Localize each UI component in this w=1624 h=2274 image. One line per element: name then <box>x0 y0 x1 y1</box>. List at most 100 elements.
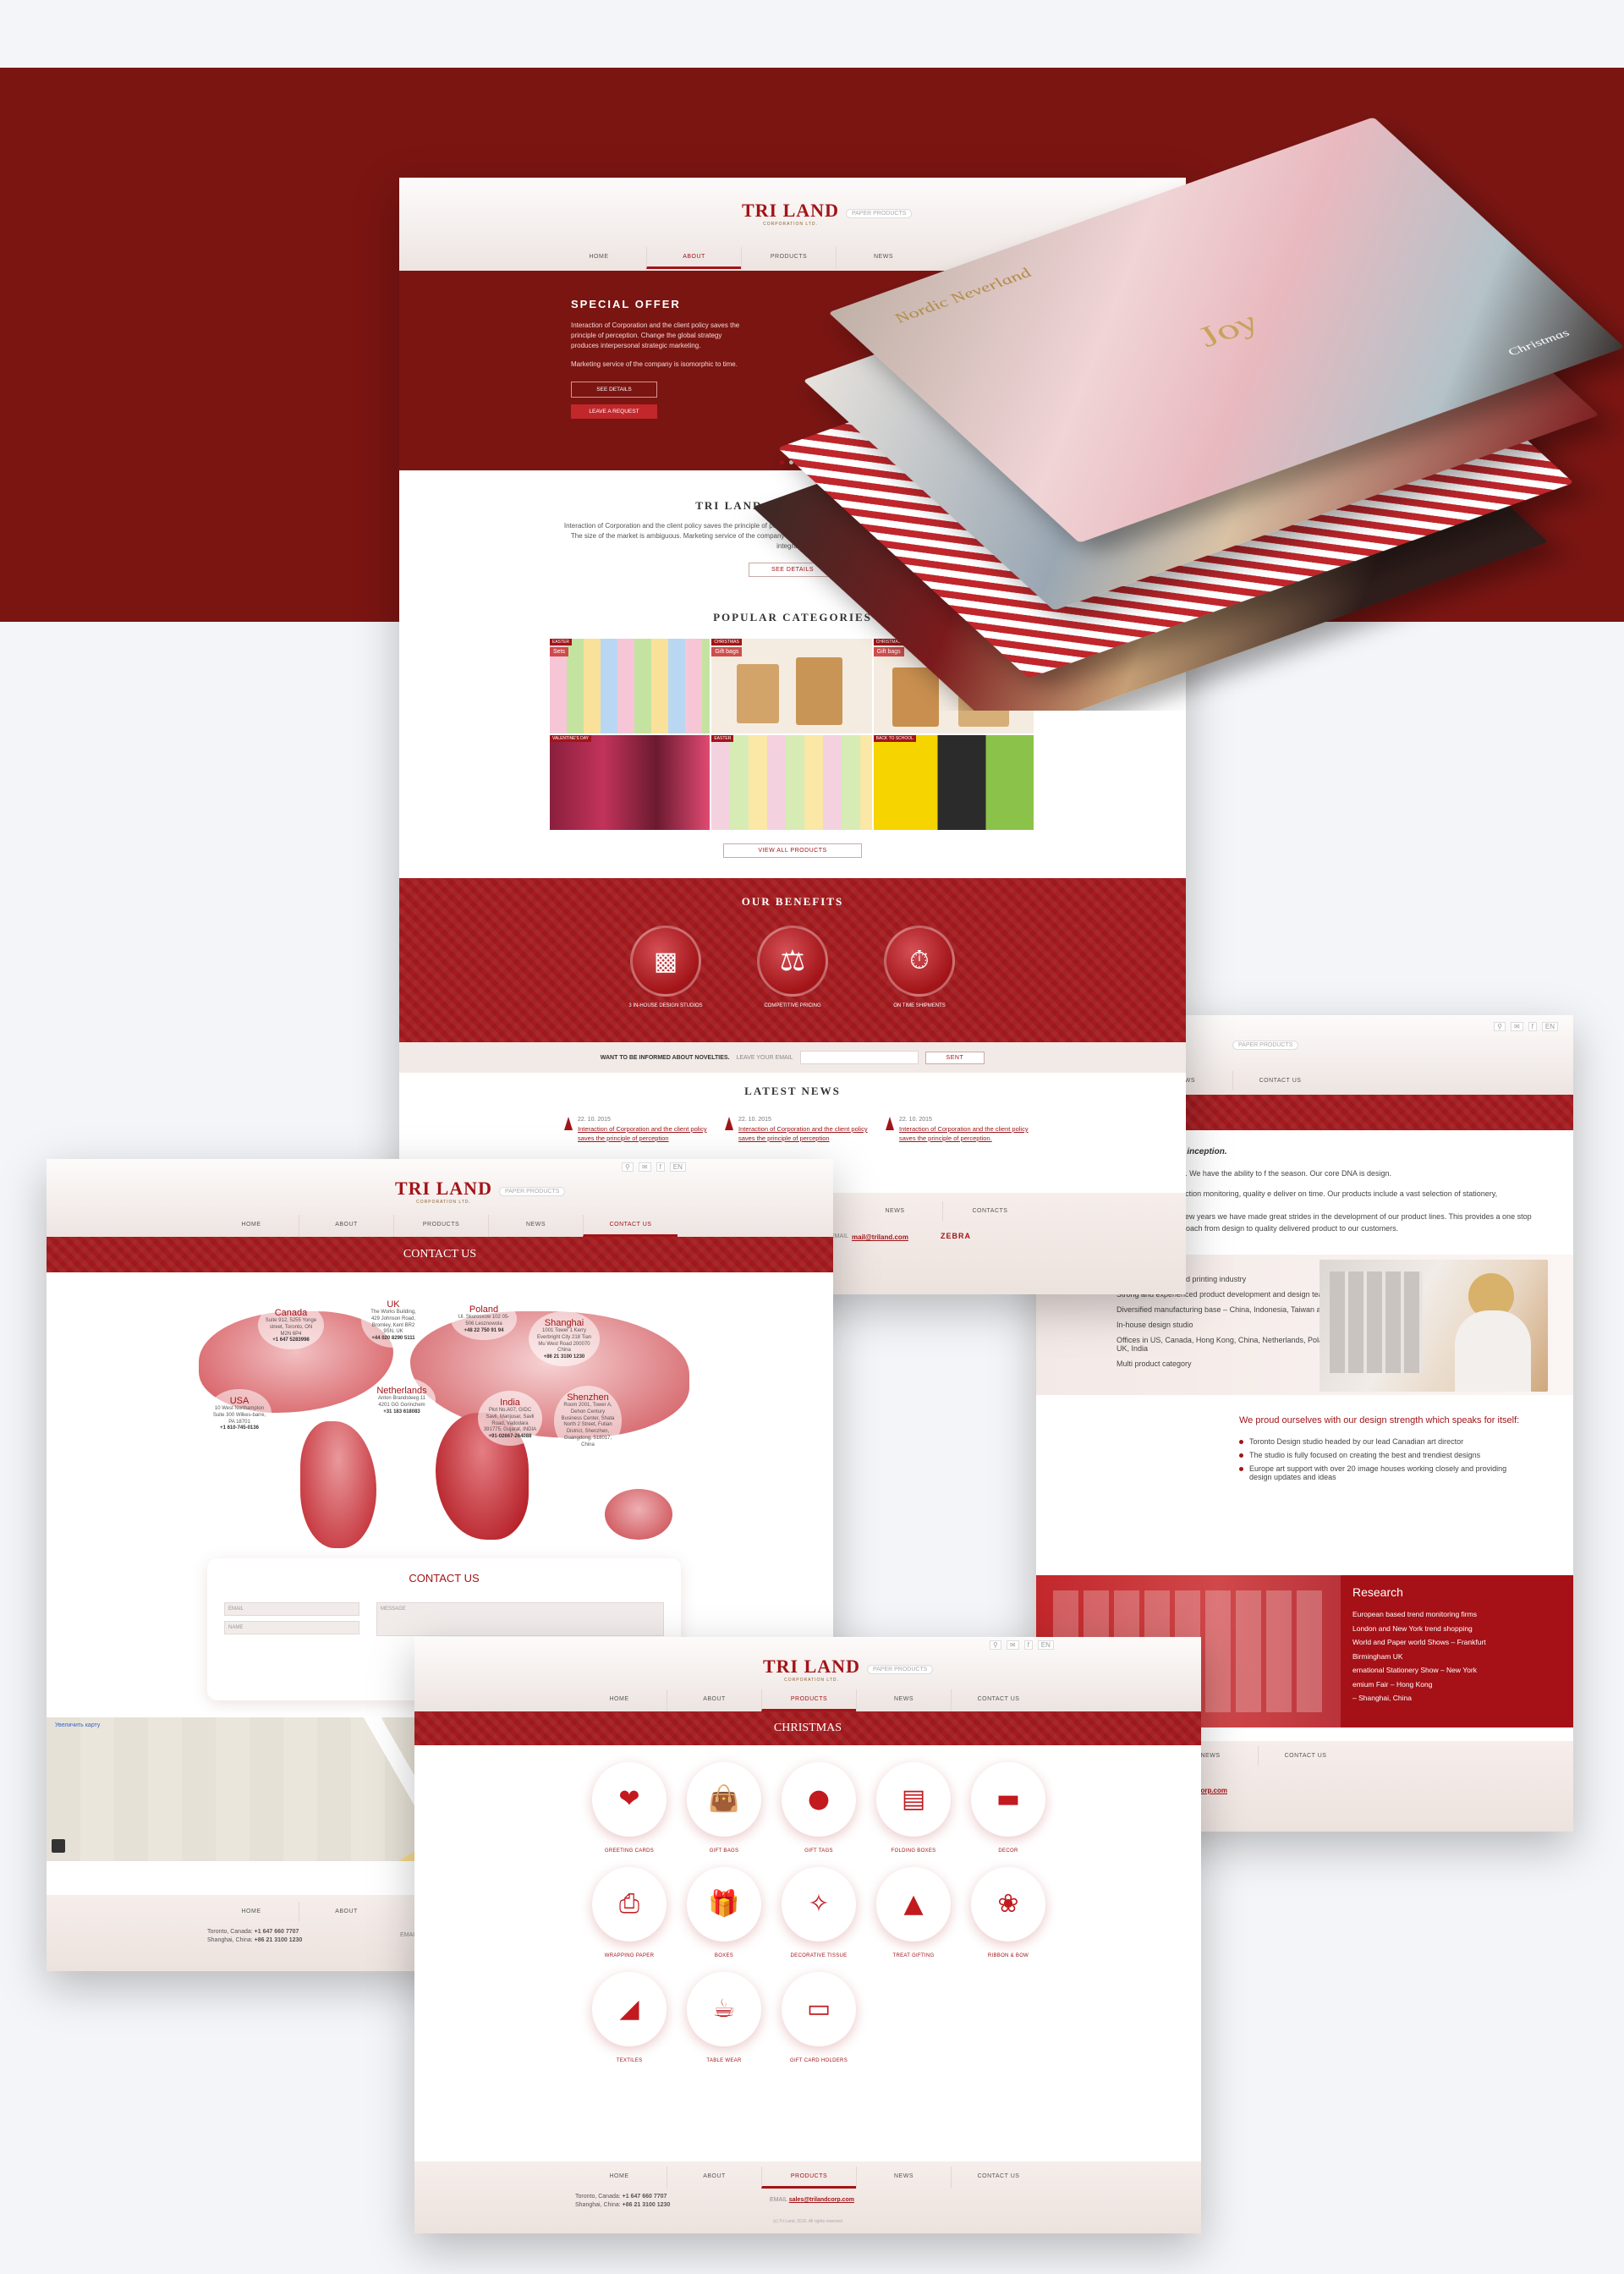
category-tile[interactable]: ▤ FOLDING BOXES <box>866 1762 961 1854</box>
news-link[interactable]: Interaction of Corporation and the clien… <box>738 1125 870 1143</box>
email-field[interactable]: EMAIL <box>224 1602 359 1616</box>
category-icon-circle: ❤ <box>592 1762 667 1837</box>
footer-nav-contact[interactable]: CONTACT US <box>1258 1746 1352 1766</box>
category-tile[interactable]: 🎁 BOXES <box>677 1867 771 1958</box>
category-tile[interactable]: 👜 GIFT BAGS <box>677 1762 771 1854</box>
office-address: 1001 Tower 1 Kerry Everbright City 218 T… <box>536 1328 592 1354</box>
office-shenzhen[interactable]: Shenzhen Room 2001, Tower A, Dehon Centu… <box>554 1386 622 1456</box>
category-tile[interactable]: ☕ TABLE WEAR <box>677 1972 771 2063</box>
category-tile[interactable]: ◢ TEXTILES <box>582 1972 677 2063</box>
search-icon[interactable]: ⚲ <box>622 1162 634 1172</box>
nav-home[interactable]: HOME <box>204 1215 299 1237</box>
footer-email-label: EMAIL <box>831 1233 849 1239</box>
nav-products[interactable]: PRODUCTS <box>761 1689 856 1711</box>
office-uk[interactable]: UK The Works Building, 429 Johnson Road,… <box>361 1293 425 1348</box>
nav-contact[interactable]: CONTACT US <box>583 1215 678 1237</box>
name-field[interactable]: NAME <box>224 1621 359 1634</box>
nav-about[interactable]: ABOUT <box>667 1689 761 1711</box>
brand-name: TRI LAND <box>395 1178 492 1199</box>
logo[interactable]: TRI LAND CORPORATION LTD. PAPER PRODUCTS <box>395 1178 566 1205</box>
category-tile-easter-sets[interactable]: EASTER Sets <box>550 639 710 733</box>
news-link[interactable]: Interaction of Corporation and the clien… <box>899 1125 1031 1143</box>
footer-email[interactable]: corp.com <box>1197 1787 1227 1794</box>
search-icon[interactable]: ⚲ <box>990 1640 1001 1650</box>
message-field[interactable]: MESSAGE <box>376 1602 664 1636</box>
category-tile[interactable]: ❤ GREETING CARDS <box>582 1762 677 1854</box>
mail-icon[interactable]: ✉ <box>1510 1022 1523 1031</box>
footer-nav-contacts[interactable]: CONTACTS <box>942 1201 1037 1221</box>
category-tile[interactable]: ▬ DECOR <box>961 1762 1056 1854</box>
footer-phone: +1 647 660 7707 <box>254 1929 299 1935</box>
category-tile[interactable]: ✧ DECORATIVE TISSUE <box>771 1867 866 1958</box>
category-tile[interactable]: ⎙ WRAPPING PAPER <box>582 1867 677 1958</box>
category-tile[interactable]: ● GIFT TAGS <box>771 1762 866 1854</box>
office-country: UK <box>387 1299 400 1310</box>
footer-nav-contact[interactable]: CONTACT US <box>951 2167 1045 2189</box>
nav-home[interactable]: HOME <box>572 1689 667 1711</box>
footer-nav-about[interactable]: ABOUT <box>667 2167 761 2189</box>
office-shanghai[interactable]: Shanghai 1001 Tower 1 Kerry Everbright C… <box>529 1311 600 1367</box>
mail-icon[interactable]: ✉ <box>638 1162 651 1172</box>
fact-item: Offices in US, Canada, Hong Kong, China,… <box>1116 1336 1334 1353</box>
footer-nav-about[interactable]: ABOUT <box>299 1902 393 1921</box>
office-netherlands[interactable]: Netherlands Anton Brandsteeg 11 4201 GG … <box>368 1377 436 1423</box>
tissue-icon: ✧ <box>808 1889 830 1919</box>
category-tile-easter[interactable]: EASTER <box>711 735 872 830</box>
news-link[interactable]: Interaction of Corporation and the clien… <box>578 1125 710 1143</box>
footer-email-label: EMAIL <box>770 2197 787 2203</box>
see-details-button[interactable]: SEE DETAILS <box>571 382 657 398</box>
news-item[interactable]: 22. 10. 2015 Interaction of Corporation a… <box>564 1117 710 1143</box>
footer-nav-news[interactable]: NEWS <box>848 1201 942 1221</box>
nav-news[interactable]: NEWS <box>856 1689 951 1711</box>
news-item[interactable]: 22. 10. 2015 Interaction of Corporation a… <box>886 1117 1031 1143</box>
search-icon[interactable]: ⚲ <box>1494 1022 1506 1031</box>
footer-email-link[interactable]: sales@trilandcorp.com <box>789 2197 854 2203</box>
category-tile[interactable]: ▲ TREAT GIFTING <box>866 1867 961 1958</box>
developer-logo[interactable]: ZEBRA <box>941 1232 971 1240</box>
utility-bar: ⚲ ✉ f EN <box>990 1640 1054 1650</box>
nav-home[interactable]: HOME <box>551 247 646 269</box>
facebook-icon[interactable]: f <box>1023 1640 1033 1650</box>
nav-contact[interactable]: CONTACT US <box>951 1689 1045 1711</box>
leave-request-button[interactable]: LEAVE A REQUEST <box>571 404 657 419</box>
category-label: EASTER <box>711 735 734 742</box>
nav-products[interactable]: PRODUCTS <box>393 1215 488 1237</box>
view-all-products-button[interactable]: VIEW ALL PRODUCTS <box>723 843 862 858</box>
logo[interactable]: TRI LAND CORPORATION LTD. PAPER PRODUCTS <box>763 1656 934 1683</box>
lang-switch[interactable]: EN <box>669 1162 686 1172</box>
subscribe-bar: WANT TO BE INFORMED ABOUT NOVELTIES. LEA… <box>399 1042 1186 1073</box>
nav-contact[interactable]: CONTACT US <box>1232 1071 1327 1090</box>
tagline-badge: PAPER PRODUCTS <box>498 1186 566 1196</box>
nav-news[interactable]: NEWS <box>488 1215 583 1237</box>
south-america-shape <box>300 1421 376 1548</box>
nav-about[interactable]: ABOUT <box>299 1215 393 1237</box>
footer-nav-home[interactable]: HOME <box>572 2167 667 2189</box>
footer-email-link[interactable]: mail@triland.com <box>852 1233 908 1241</box>
map-pegman-control[interactable] <box>52 1839 65 1853</box>
category-label: VALENTINE'S DAY <box>550 735 592 742</box>
australia-shape <box>605 1489 672 1540</box>
news-item[interactable]: 22. 10. 2015 Interaction of Corporation a… <box>725 1117 870 1143</box>
map-enlarge-link[interactable]: Увеличить карту <box>55 1722 100 1728</box>
category-tile-valentines[interactable]: VALENTINE'S DAY <box>550 735 710 830</box>
office-poland[interactable]: Poland Ul. Skorosxow 102 05-506 Lesznowo… <box>451 1298 517 1340</box>
footer-nav-products[interactable]: PRODUCTS <box>761 2167 856 2189</box>
subscribe-send-button[interactable]: SENT <box>924 1051 985 1064</box>
footer-nav-news[interactable]: NEWS <box>856 2167 951 2189</box>
mail-icon[interactable]: ✉ <box>1006 1640 1019 1650</box>
office-usa[interactable]: USA 10 West Northampton Suite 300 Wilkes… <box>207 1389 272 1438</box>
lang-switch[interactable]: EN <box>1037 1640 1054 1650</box>
category-tile[interactable]: ▭ GIFT CARD HOLDERS <box>771 1972 866 2063</box>
treat-icon: ▲ <box>903 1889 924 1919</box>
office-india[interactable]: India Plot No.A07, GIDC Savli, Manjusar,… <box>478 1391 542 1447</box>
office-address: Suite 912, 5255 Yonge street, Toronto, O… <box>265 1318 317 1337</box>
category-tile[interactable]: ❀ RIBBON & BOW <box>961 1867 1056 1958</box>
footer-nav-home[interactable]: HOME <box>204 1902 299 1921</box>
facebook-icon[interactable]: f <box>656 1162 665 1172</box>
subscribe-email-input[interactable] <box>799 1051 919 1064</box>
product-cards-stack: Joy Nordic Neverland Christmas <box>694 17 1624 711</box>
category-tile-back-to-school[interactable]: BACK TO SCHOOL <box>873 735 1034 830</box>
facebook-icon[interactable]: f <box>1528 1022 1537 1031</box>
lang-switch[interactable]: EN <box>1541 1022 1558 1031</box>
office-canada[interactable]: Canada Suite 912, 5255 Yonge street, Tor… <box>258 1301 324 1350</box>
